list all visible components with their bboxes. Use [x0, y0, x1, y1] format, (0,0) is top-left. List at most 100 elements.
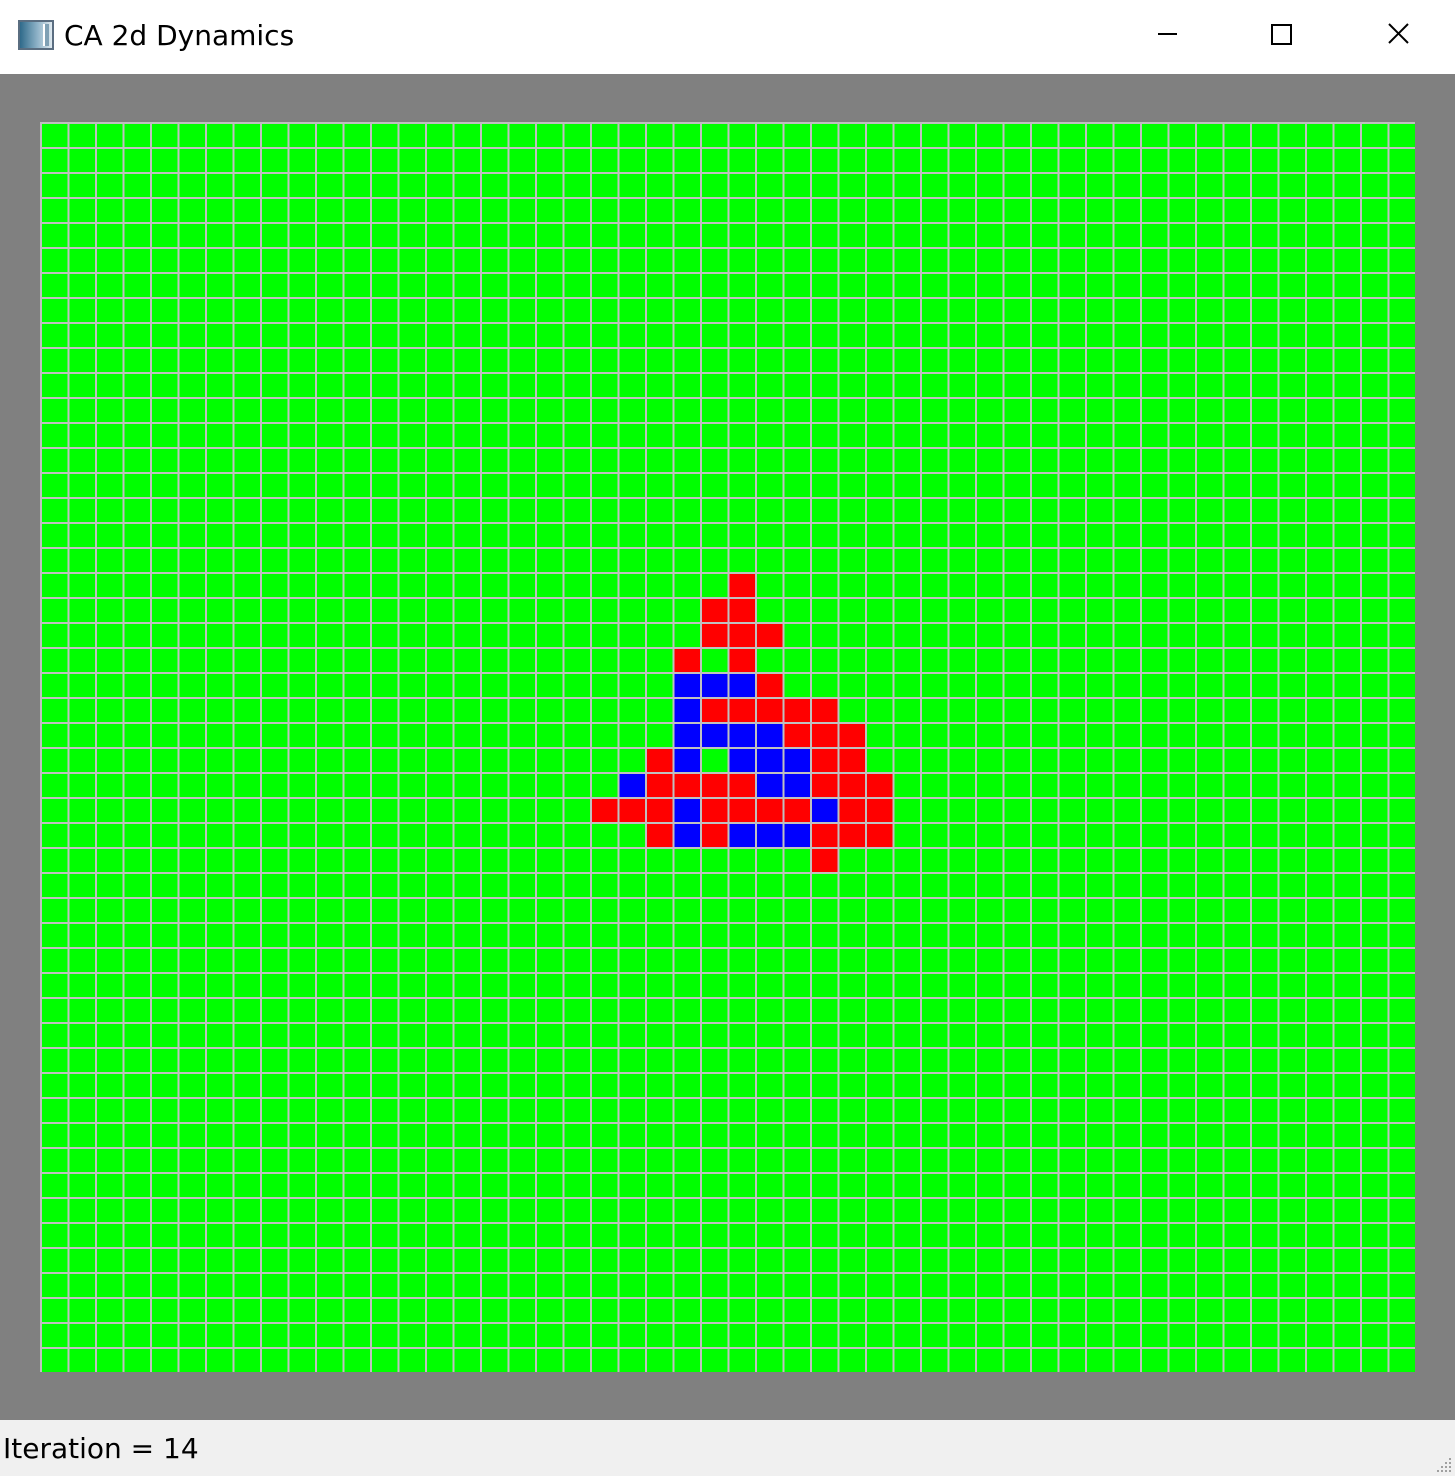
cell-green[interactable]	[509, 374, 536, 397]
cell-green[interactable]	[564, 674, 591, 697]
cell-green[interactable]	[702, 574, 728, 597]
cell-green[interactable]	[1169, 1124, 1196, 1147]
cell-green[interactable]	[1252, 1174, 1278, 1197]
cell-green[interactable]	[839, 499, 866, 522]
cell-green[interactable]	[1059, 199, 1086, 222]
cell-green[interactable]	[1169, 1024, 1196, 1047]
cell-green[interactable]	[1004, 1249, 1031, 1272]
cell-green[interactable]	[97, 124, 123, 147]
cell-green[interactable]	[1059, 174, 1086, 197]
cell-green[interactable]	[454, 649, 481, 672]
cell-green[interactable]	[1169, 599, 1196, 622]
cell-green[interactable]	[1059, 674, 1086, 697]
cell-green[interactable]	[152, 624, 178, 647]
cell-green[interactable]	[537, 1349, 563, 1372]
cell-green[interactable]	[812, 474, 838, 497]
cell-green[interactable]	[1279, 749, 1306, 772]
cell-green[interactable]	[1334, 474, 1361, 497]
cell-green[interactable]	[564, 824, 591, 847]
cell-green[interactable]	[124, 174, 151, 197]
cell-green[interactable]	[729, 249, 756, 272]
cell-green[interactable]	[812, 1024, 838, 1047]
cell-green[interactable]	[674, 399, 701, 422]
cell-green[interactable]	[784, 899, 811, 922]
cell-green[interactable]	[784, 399, 811, 422]
cell-green[interactable]	[289, 149, 316, 172]
cell-green[interactable]	[1334, 274, 1361, 297]
cell-green[interactable]	[729, 149, 756, 172]
cell-green[interactable]	[1307, 749, 1333, 772]
cell-green[interactable]	[1307, 824, 1333, 847]
cell-green[interactable]	[1169, 274, 1196, 297]
cell-green[interactable]	[537, 699, 563, 722]
cell-green[interactable]	[894, 599, 921, 622]
cell-green[interactable]	[317, 774, 343, 797]
cell-green[interactable]	[1032, 174, 1058, 197]
cell-green[interactable]	[262, 249, 288, 272]
cell-green[interactable]	[1279, 849, 1306, 872]
cell-green[interactable]	[454, 324, 481, 347]
cell-green[interactable]	[509, 1249, 536, 1272]
cell-green[interactable]	[1362, 1249, 1388, 1272]
cell-green[interactable]	[482, 424, 508, 447]
cell-green[interactable]	[674, 374, 701, 397]
cell-green[interactable]	[152, 1074, 178, 1097]
cell-green[interactable]	[839, 1024, 866, 1047]
cell-green[interactable]	[1334, 1224, 1361, 1247]
cell-green[interactable]	[867, 399, 893, 422]
cell-green[interactable]	[289, 299, 316, 322]
cell-green[interactable]	[207, 449, 233, 472]
cell-green[interactable]	[867, 1224, 893, 1247]
cell-green[interactable]	[537, 749, 563, 772]
cell-green[interactable]	[1224, 699, 1251, 722]
cell-green[interactable]	[812, 1274, 838, 1297]
cell-green[interactable]	[482, 1024, 508, 1047]
cell-green[interactable]	[949, 724, 976, 747]
cell-green[interactable]	[1142, 1174, 1168, 1197]
cell-green[interactable]	[592, 1074, 618, 1097]
cell-green[interactable]	[1169, 949, 1196, 972]
cell-green[interactable]	[647, 1199, 673, 1222]
cell-green[interactable]	[1197, 324, 1223, 347]
cell-green[interactable]	[784, 674, 811, 697]
cell-green[interactable]	[152, 574, 178, 597]
cell-green[interactable]	[289, 649, 316, 672]
cell-green[interactable]	[619, 274, 646, 297]
cell-green[interactable]	[1252, 999, 1278, 1022]
cell-green[interactable]	[839, 1199, 866, 1222]
cell-green[interactable]	[234, 1024, 261, 1047]
cell-green[interactable]	[372, 374, 398, 397]
cell-green[interactable]	[152, 1149, 178, 1172]
cell-green[interactable]	[69, 399, 96, 422]
cell-green[interactable]	[179, 1049, 206, 1072]
cell-green[interactable]	[1334, 974, 1361, 997]
cell-green[interactable]	[179, 1024, 206, 1047]
cell-green[interactable]	[454, 174, 481, 197]
cell-green[interactable]	[922, 724, 948, 747]
cell-blue[interactable]	[784, 824, 811, 847]
cell-green[interactable]	[427, 149, 453, 172]
cell-green[interactable]	[234, 574, 261, 597]
cell-green[interactable]	[69, 924, 96, 947]
cell-green[interactable]	[1362, 174, 1388, 197]
cell-green[interactable]	[537, 1199, 563, 1222]
cell-green[interactable]	[839, 224, 866, 247]
cell-green[interactable]	[1334, 1349, 1361, 1372]
cell-green[interactable]	[152, 224, 178, 247]
cell-green[interactable]	[1389, 149, 1416, 172]
cell-green[interactable]	[894, 749, 921, 772]
cell-green[interactable]	[1114, 424, 1141, 447]
cell-green[interactable]	[647, 1099, 673, 1122]
cell-green[interactable]	[399, 724, 426, 747]
cell-green[interactable]	[1032, 1124, 1058, 1147]
cell-green[interactable]	[757, 274, 783, 297]
cell-green[interactable]	[372, 924, 398, 947]
cell-green[interactable]	[509, 1024, 536, 1047]
cell-green[interactable]	[839, 574, 866, 597]
cell-green[interactable]	[317, 1299, 343, 1322]
cell-green[interactable]	[179, 1074, 206, 1097]
cell-green[interactable]	[1362, 149, 1388, 172]
cell-green[interactable]	[69, 1099, 96, 1122]
cell-green[interactable]	[702, 549, 728, 572]
cell-green[interactable]	[317, 849, 343, 872]
